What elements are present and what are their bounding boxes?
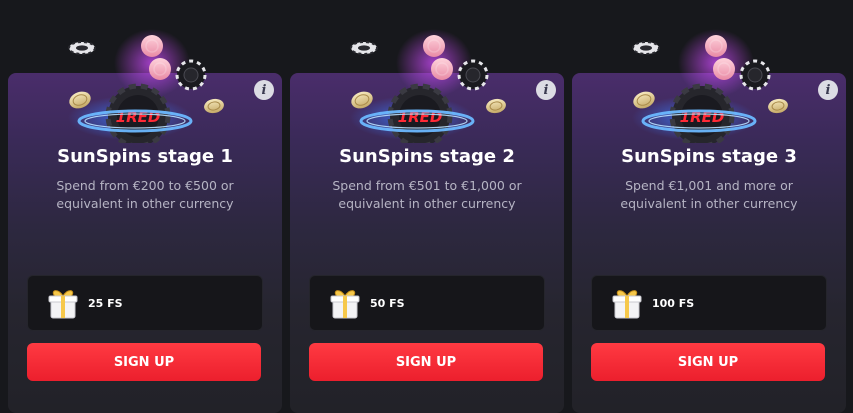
info-icon[interactable]: i: [818, 80, 838, 100]
sign-up-button[interactable]: SIGN UP: [309, 343, 543, 381]
casino-chips-coins-illustration: [60, 23, 230, 143]
reward-label: 25 FS: [88, 296, 123, 310]
card-description: Spend €1,001 and more or equivalent in o…: [620, 178, 798, 211]
reward-box: 25 FS: [27, 275, 263, 331]
gift-icon: [612, 286, 642, 320]
gift-icon: [48, 286, 78, 320]
card-description: Spend from €200 to €500 or equivalent in…: [56, 178, 234, 211]
promo-card-stage-3: i SunSpins stage 3 Spend €1,001 and more…: [572, 73, 846, 413]
card-description: Spend from €501 to €1,000 or equivalent …: [332, 178, 522, 211]
casino-chips-coins-illustration: [624, 23, 794, 143]
sign-up-button[interactable]: SIGN UP: [591, 343, 825, 381]
card-title: SunSpins stage 2: [339, 146, 515, 167]
reward-label: 100 FS: [652, 296, 695, 310]
promo-card-stage-1: i SunSpins stage 1 Spend from €200 to €5…: [8, 73, 282, 413]
card-title: SunSpins stage 3: [621, 146, 797, 167]
reward-box: 100 FS: [591, 275, 827, 331]
reward-box: 50 FS: [309, 275, 545, 331]
reward-label: 50 FS: [370, 296, 405, 310]
info-icon[interactable]: i: [536, 80, 556, 100]
gift-icon: [330, 286, 360, 320]
casino-chips-coins-illustration: [342, 23, 512, 143]
promo-card-stage-2: i SunSpins stage 2 Spend from €501 to €1…: [290, 73, 564, 413]
info-icon[interactable]: i: [254, 80, 274, 100]
card-title: SunSpins stage 1: [57, 146, 233, 167]
sign-up-button[interactable]: SIGN UP: [27, 343, 261, 381]
